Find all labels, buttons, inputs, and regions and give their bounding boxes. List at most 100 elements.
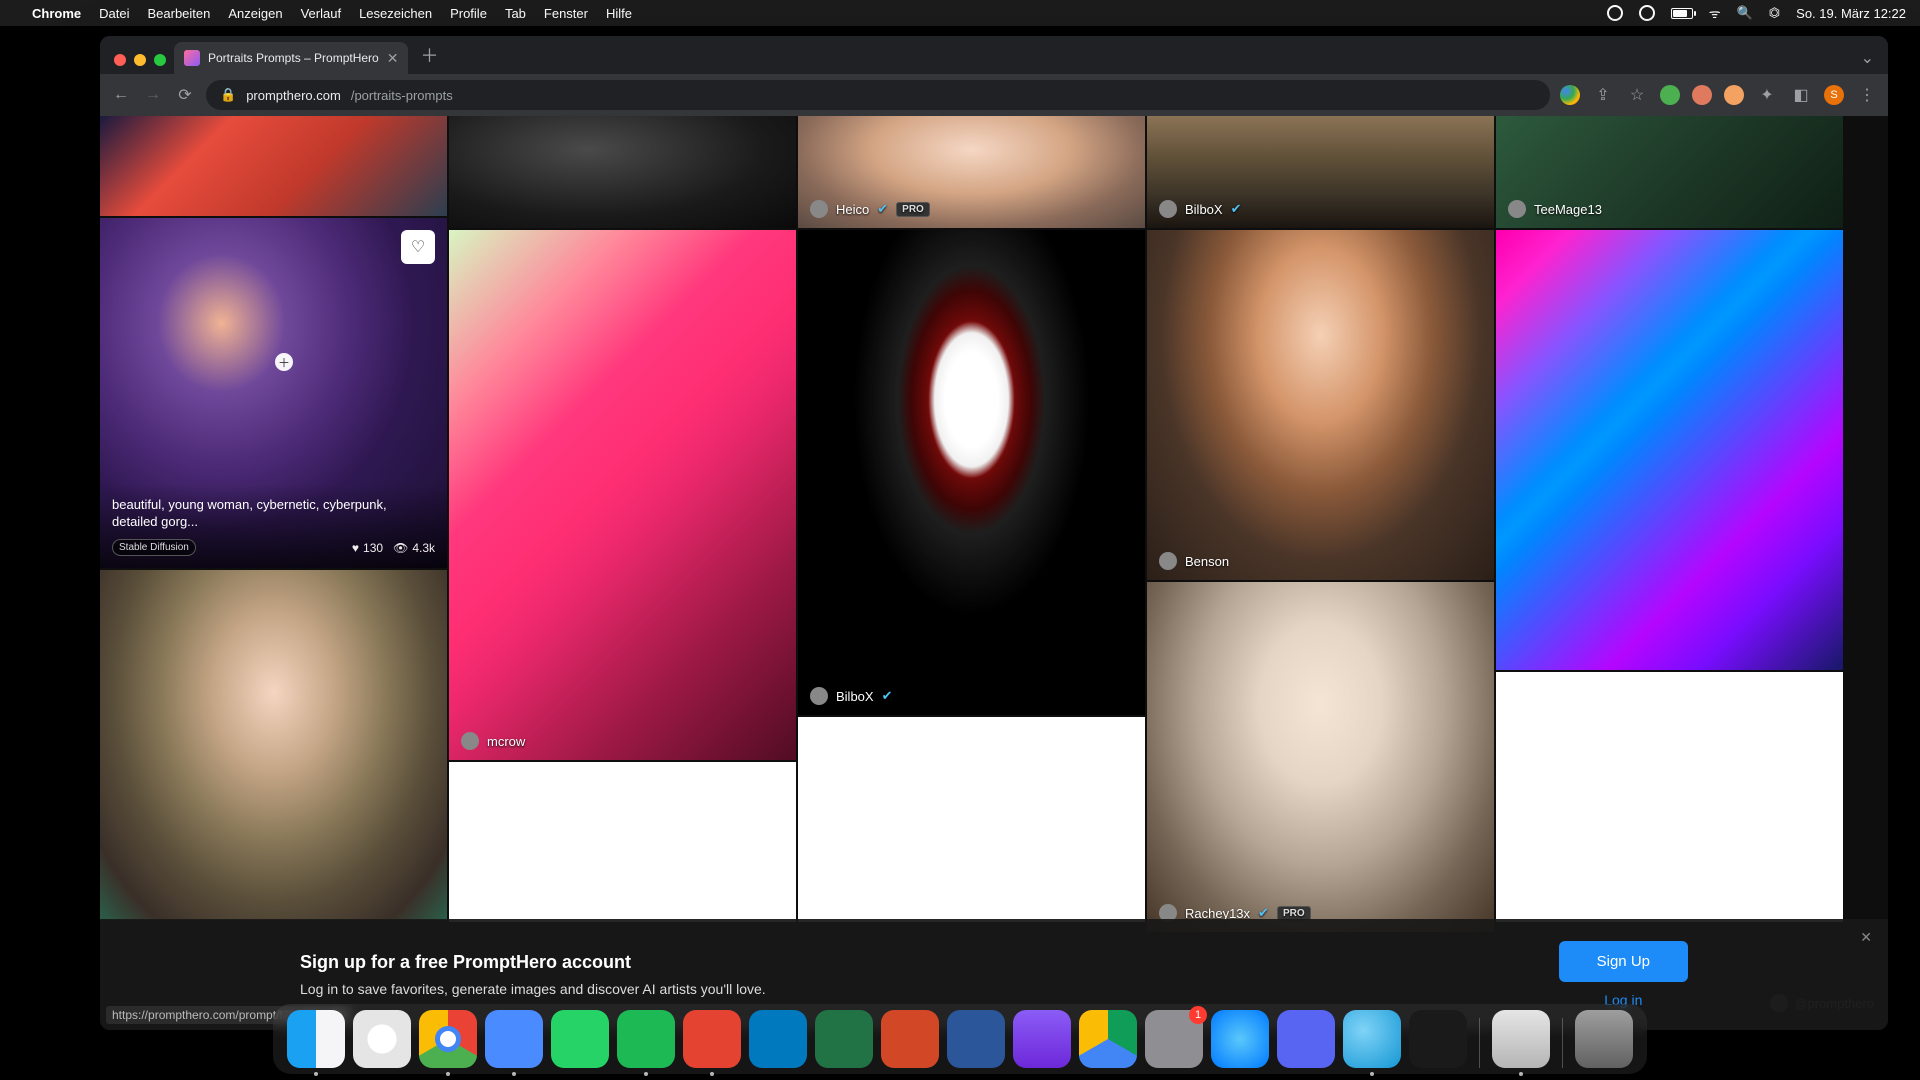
dock-quicktime-icon[interactable]	[1343, 1010, 1401, 1068]
menu-lesezeichen[interactable]: Lesezeichen	[359, 6, 432, 21]
dock-chrome-icon[interactable]	[419, 1010, 477, 1068]
window-close-button[interactable]	[114, 54, 126, 66]
image-card[interactable]: TeeMage13	[1496, 116, 1843, 228]
model-badge: Stable Diffusion	[112, 539, 196, 556]
dock-excel-icon[interactable]	[815, 1010, 873, 1068]
menu-bearbeiten[interactable]: Bearbeiten	[147, 6, 210, 21]
menu-tab[interactable]: Tab	[505, 6, 526, 21]
dock-word-icon[interactable]	[947, 1010, 1005, 1068]
side-panel-icon[interactable]: ◧	[1790, 85, 1812, 105]
favorite-heart-button[interactable]: ♡	[401, 230, 435, 264]
dock-zoom-icon[interactable]	[485, 1010, 543, 1068]
dock-todoist-icon[interactable]	[683, 1010, 741, 1068]
image-card[interactable]: BilboX ✔	[1147, 116, 1494, 228]
image-card[interactable]	[1496, 230, 1843, 670]
artwork-thumbnail	[449, 116, 796, 228]
extension-icon-2[interactable]	[1724, 85, 1744, 105]
verified-icon: ✔	[882, 688, 893, 704]
image-card[interactable]: Rachey13x ✔ PRO	[1147, 582, 1494, 932]
dock-preview-icon[interactable]	[1492, 1010, 1550, 1068]
window-controls	[110, 54, 174, 74]
signup-button[interactable]: Sign Up	[1559, 941, 1688, 982]
image-card-hovered[interactable]: ♡ beautiful, young woman, cybernetic, cy…	[100, 218, 447, 568]
image-card[interactable]: Heico ✔ PRO	[798, 116, 1145, 228]
image-card[interactable]	[100, 570, 447, 920]
card-overlay: beautiful, young woman, cybernetic, cybe…	[100, 484, 447, 568]
window-maximize-button[interactable]	[154, 54, 166, 66]
author-badge[interactable]: TeeMage13	[1508, 200, 1602, 218]
battery-icon[interactable]	[1671, 8, 1693, 19]
menu-hilfe[interactable]: Hilfe	[606, 6, 632, 21]
image-card[interactable]	[449, 116, 796, 228]
new-tab-button[interactable]: ＋	[408, 42, 450, 74]
profile-avatar-button[interactable]: S	[1824, 85, 1844, 105]
author-name: BilboX	[836, 689, 874, 704]
dock-voice-memos-icon[interactable]	[1409, 1010, 1467, 1068]
browser-tab[interactable]: Portraits Prompts – PromptHero ✕	[174, 42, 408, 74]
artwork-thumbnail	[1147, 582, 1494, 932]
verified-icon: ✔	[877, 201, 888, 217]
menubar-clock[interactable]: So. 19. März 12:22	[1796, 6, 1906, 21]
dock-discord-icon[interactable]	[1277, 1010, 1335, 1068]
author-avatar-icon	[1508, 200, 1526, 218]
extension-icon-1[interactable]	[1692, 85, 1712, 105]
spotlight-icon[interactable]: 🔍	[1737, 5, 1753, 21]
tab-close-icon[interactable]: ✕	[387, 50, 399, 67]
likes-count: 130	[363, 541, 383, 555]
dock-trash-icon[interactable]	[1575, 1010, 1633, 1068]
dock-app-circle-icon[interactable]	[1211, 1010, 1269, 1068]
dock-powerpoint-icon[interactable]	[881, 1010, 939, 1068]
dock-separator	[1562, 1018, 1563, 1068]
wifi-icon[interactable]: ᯤ	[1709, 4, 1721, 22]
extensions-puzzle-icon[interactable]: ✦	[1756, 85, 1778, 105]
dock-gdrive-icon[interactable]	[1079, 1010, 1137, 1068]
lock-icon: 🔒	[220, 87, 236, 103]
author-badge[interactable]: mcrow	[461, 732, 525, 750]
author-badge[interactable]: Heico ✔ PRO	[810, 200, 930, 218]
share-icon[interactable]: ⇪	[1592, 85, 1614, 105]
author-badge[interactable]: BilboX ✔	[810, 687, 892, 705]
dock-whatsapp-icon[interactable]	[551, 1010, 609, 1068]
menu-profile[interactable]: Profile	[450, 6, 487, 21]
dock-trello-icon[interactable]	[749, 1010, 807, 1068]
image-card-loading[interactable]	[449, 762, 796, 922]
control-center-icon[interactable]: ⏣	[1769, 5, 1780, 21]
dock-safari-icon[interactable]	[353, 1010, 411, 1068]
tab-list-chevron-icon[interactable]: ⌄	[1847, 48, 1888, 74]
image-grid: Heico ✔ PRO BilboX ✔ TeeMage13	[100, 116, 1888, 1030]
verified-icon: ✔	[1231, 201, 1242, 217]
playback-icon[interactable]	[1639, 5, 1655, 21]
image-card[interactable]	[100, 116, 447, 216]
image-card-loading[interactable]	[798, 717, 1145, 922]
image-card[interactable]: BilboX ✔	[798, 230, 1145, 715]
menu-verlauf[interactable]: Verlauf	[301, 6, 341, 21]
nav-back-button[interactable]: ←	[110, 86, 132, 104]
menu-fenster[interactable]: Fenster	[544, 6, 588, 21]
image-card-loading[interactable]	[1496, 672, 1843, 922]
bookmark-star-icon[interactable]: ☆	[1626, 85, 1648, 105]
shield-extension-icon[interactable]	[1660, 85, 1680, 105]
nav-forward-button[interactable]: →	[142, 86, 164, 104]
signup-title: Sign up for a free PromptHero account	[300, 952, 766, 973]
google-translate-icon[interactable]	[1560, 85, 1580, 105]
screen-record-icon[interactable]	[1607, 5, 1623, 21]
dock-system-settings-icon[interactable]: 1	[1145, 1010, 1203, 1068]
address-bar[interactable]: 🔒 prompthero.com/portraits-prompts	[206, 80, 1550, 110]
nav-reload-button[interactable]: ⟳	[174, 85, 196, 105]
window-minimize-button[interactable]	[134, 54, 146, 66]
author-badge[interactable]: BilboX ✔	[1159, 200, 1241, 218]
author-avatar-icon	[461, 732, 479, 750]
dock-separator	[1479, 1018, 1480, 1068]
menu-datei[interactable]: Datei	[99, 6, 129, 21]
dock-imovie-icon[interactable]	[1013, 1010, 1071, 1068]
menu-anzeigen[interactable]: Anzeigen	[228, 6, 282, 21]
banner-close-icon[interactable]: ✕	[1860, 929, 1872, 946]
artwork-thumbnail	[798, 230, 1145, 715]
dock-spotify-icon[interactable]	[617, 1010, 675, 1068]
image-card[interactable]: Benson	[1147, 230, 1494, 580]
image-card[interactable]: mcrow	[449, 230, 796, 760]
menubar-app-name[interactable]: Chrome	[32, 6, 81, 21]
chrome-menu-icon[interactable]: ⋮	[1856, 85, 1878, 105]
dock-finder-icon[interactable]	[287, 1010, 345, 1068]
author-badge[interactable]: Benson	[1159, 552, 1229, 570]
